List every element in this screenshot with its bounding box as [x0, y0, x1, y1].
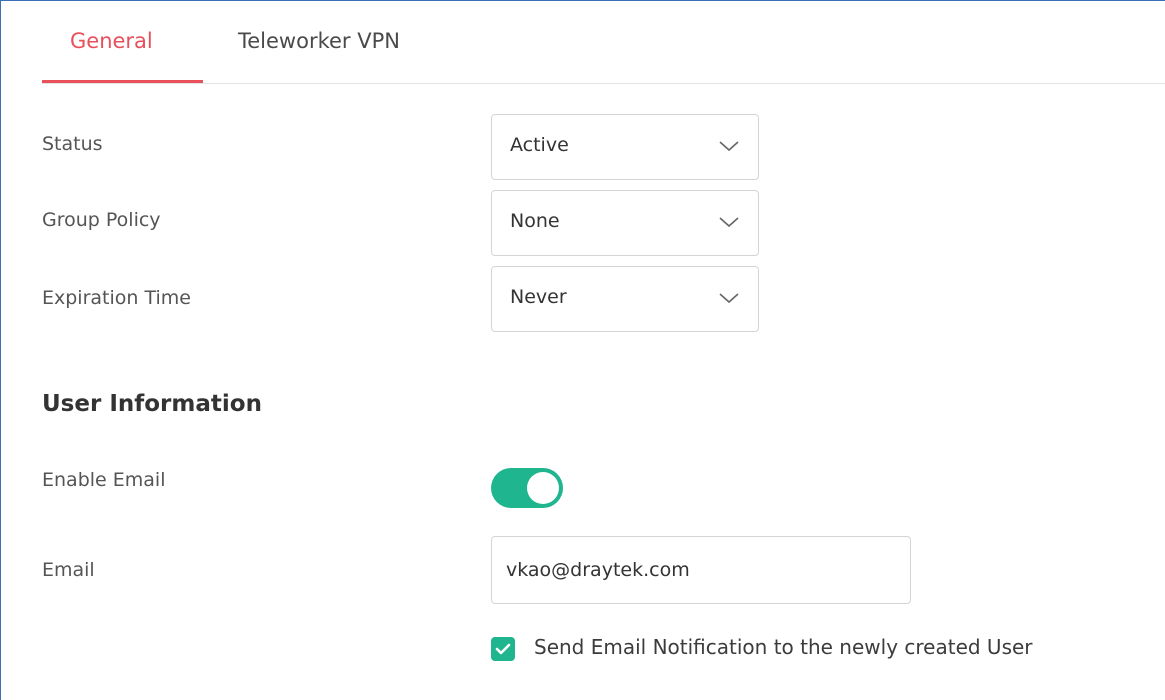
user-information-heading: User Information: [42, 391, 262, 417]
chevron-down-icon: [719, 217, 739, 228]
enable-email-toggle[interactable]: [491, 468, 563, 508]
email-label: Email: [42, 559, 95, 581]
expiration-time-select[interactable]: Never: [491, 266, 759, 332]
status-select[interactable]: Active: [491, 114, 759, 180]
expiration-time-select-value: Never: [510, 286, 567, 308]
group-policy-select[interactable]: None: [491, 190, 759, 256]
tab-bar: General Teleworker VPN: [42, 1, 1165, 84]
group-policy-label: Group Policy: [42, 209, 161, 231]
status-label: Status: [42, 133, 103, 155]
chevron-down-icon: [719, 141, 739, 152]
send-notification-label: Send Email Notification to the newly cre…: [534, 635, 1033, 659]
enable-email-label: Enable Email: [42, 469, 166, 491]
group-policy-select-value: None: [510, 210, 560, 232]
send-notification-checkbox[interactable]: [491, 637, 515, 661]
active-tab-indicator: [42, 80, 203, 83]
user-edit-panel: General Teleworker VPN Status Active Gro…: [0, 0, 1165, 700]
tab-general[interactable]: General: [70, 29, 153, 53]
email-field[interactable]: [491, 536, 911, 604]
expiration-time-label: Expiration Time: [42, 287, 191, 309]
status-select-value: Active: [510, 134, 569, 156]
toggle-knob: [527, 472, 559, 504]
checkmark-icon: [495, 643, 511, 655]
tab-teleworker-vpn[interactable]: Teleworker VPN: [238, 29, 400, 53]
chevron-down-icon: [719, 293, 739, 304]
